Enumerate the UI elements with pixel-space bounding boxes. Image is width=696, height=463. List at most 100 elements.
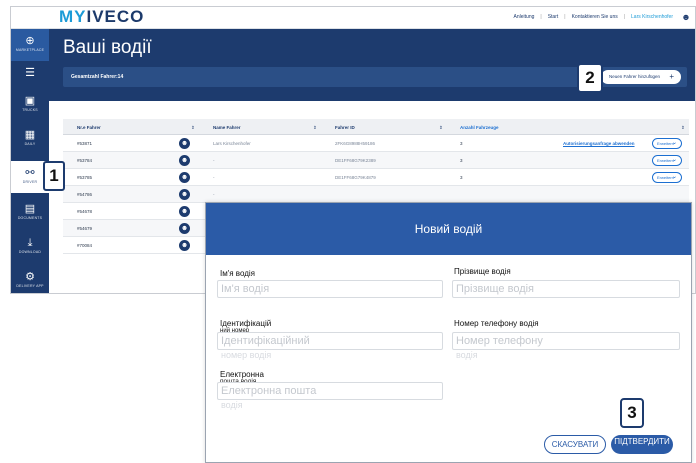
nav-separator: |	[564, 14, 566, 20]
sidebar-item-daily[interactable]: ▦ DAILY	[11, 123, 49, 155]
email-field[interactable]	[217, 382, 443, 400]
id-number-placeholder-overflow: номер водія	[221, 350, 272, 360]
driver-number: #53871	[77, 141, 93, 146]
column-header-name[interactable]: Name Fahrer	[213, 125, 241, 130]
phone-placeholder-overflow: водія	[456, 350, 478, 360]
expand-button[interactable]: Erweitern ⌄	[652, 172, 682, 183]
driver-name: -	[213, 158, 215, 163]
nav-user[interactable]: Lars Kirschenhofer	[631, 14, 673, 20]
nav-separator: |	[623, 14, 626, 20]
delivery-icon: ⚙	[25, 271, 35, 283]
chevron-down-icon: ⌄	[671, 157, 677, 163]
driver-name: -	[213, 192, 215, 197]
logo-brand: IVECO	[86, 7, 145, 26]
id-number-label-line: Ідентифікацій	[220, 319, 272, 328]
sort-icon[interactable]: ⇕	[681, 125, 685, 131]
driver-number: #54678	[77, 209, 93, 214]
sidebar-item-menu[interactable]: ☰	[11, 61, 49, 85]
phone-label: Номер телефону водія	[454, 319, 539, 328]
expand-button[interactable]: Erweitern ⌄	[652, 155, 682, 166]
page-title: Ваші водії	[63, 37, 152, 58]
avatar: ☻	[179, 223, 190, 234]
sidebar-item-label: DELIVERY APP	[16, 284, 44, 288]
avatar: ☻	[179, 189, 190, 200]
authorization-link[interactable]: Autorisierungsanfrage abwenden	[563, 141, 635, 146]
id-number-field[interactable]	[217, 332, 443, 350]
nav-separator: |	[540, 14, 542, 20]
first-name-label: Ім'я водія	[220, 269, 256, 278]
phone-field[interactable]	[452, 332, 680, 350]
driver-name: Lars Kirschenhofer	[213, 141, 251, 146]
download-icon: ⤓	[27, 237, 33, 249]
chevron-down-icon: ⌄	[671, 140, 677, 146]
document-icon: ▤	[24, 203, 36, 215]
truck-icon: ▣	[24, 95, 36, 107]
sidebar-item-documents[interactable]: ▤ DOCUMENTS	[11, 197, 49, 229]
email-placeholder-overflow: водія	[221, 400, 243, 410]
driver-id: DE1FF68G79K4879	[335, 175, 376, 180]
top-bar: MYIVECO Anleitung | Start | Kontaktieren…	[11, 7, 695, 29]
new-driver-dialog: Новий водій Ім'я водія Прізвище водія Ід…	[205, 202, 692, 463]
table-row[interactable]: #53785 ☻ - DE1FF68G79K4879 3 Erweitern ⌄	[63, 169, 689, 186]
add-driver-button[interactable]: Neuen Fahrer hinzufügen +	[601, 70, 681, 84]
sidebar-item-label: MARKETPLACE	[15, 48, 45, 52]
avatar: ☻	[179, 206, 190, 217]
driver-id: DE1FF68G79K2389	[335, 158, 376, 163]
table-row[interactable]: #53784 ☻ - DE1FF68G79K2389 3 Erweitern ⌄	[63, 152, 689, 169]
dialog-header: Новий водій	[206, 203, 691, 255]
step-callout-2: 2	[577, 63, 603, 93]
confirm-button[interactable]: ПІДТВЕРДИТИ	[611, 435, 673, 454]
table-header: Nr.e Fahrer ⇕ Name Fahrer ⇕ Fahrer ID ⇕ …	[63, 119, 689, 135]
driver-number: #54786	[77, 192, 93, 197]
table-row[interactable]: #53871 ☻ Lars Kirschenhofer 2FK6G8988H59…	[63, 135, 689, 152]
sidebar-item-delivery-app[interactable]: ⚙ DELIVERY APP	[11, 265, 49, 293]
step-callout-3: 3	[620, 398, 644, 428]
column-header-number[interactable]: Nr.e Fahrer	[77, 125, 101, 130]
avatar: ☻	[179, 138, 190, 149]
nav-guide[interactable]: Anleitung	[514, 14, 535, 20]
user-icon[interactable]: ☻	[681, 12, 691, 22]
sidebar-item-label: DOCUMENTS	[17, 216, 43, 220]
sidebar-item-label: DAILY	[24, 142, 36, 146]
driver-number: #54679	[77, 226, 93, 231]
menu-icon: ☰	[25, 67, 35, 79]
chevron-down-icon: ⌄	[671, 174, 677, 180]
avatar: ☻	[179, 155, 190, 166]
sidebar-item-download[interactable]: ⤓ DOWNLOAD	[11, 231, 49, 263]
sidebar-item-marketplace[interactable]: ⊕ MARKETPLACE	[11, 29, 49, 61]
column-header-vehicles[interactable]: Anzahl Fahrzeuge	[460, 125, 499, 130]
avatar: ☻	[179, 172, 190, 183]
expand-button[interactable]: Erweitern ⌄	[652, 138, 682, 149]
last-name-label: Прізвище водія	[454, 267, 511, 276]
driver-id: 2FK6G8988H59186	[335, 141, 376, 146]
dialog-title: Новий водій	[414, 222, 483, 236]
sort-icon[interactable]: ⇕	[313, 125, 317, 131]
vehicle-count: 3	[460, 158, 463, 163]
myiveco-logo[interactable]: MYIVECO	[59, 7, 144, 27]
driver-count: Gesamtzahl Fahrer:14	[71, 74, 124, 80]
plus-icon: +	[669, 72, 674, 81]
driver-number: #53785	[77, 175, 93, 180]
sidebar-item-trucks[interactable]: ▣ TRUCKS	[11, 89, 49, 121]
vehicle-count: 3	[460, 175, 463, 180]
last-name-field[interactable]	[452, 280, 680, 298]
first-name-field[interactable]	[217, 280, 443, 298]
cancel-button[interactable]: СКАСУВАТИ	[544, 435, 606, 454]
top-nav: Anleitung | Start | Kontaktieren Sie uns…	[514, 14, 673, 20]
avatar: ☻	[179, 240, 190, 251]
sidebar-item-label: TRUCKS	[22, 108, 38, 112]
sidebar-item-label: DOWNLOAD	[18, 250, 42, 254]
driver-number: #53784	[77, 158, 93, 163]
driver-name: -	[213, 175, 215, 180]
add-driver-label: Neuen Fahrer hinzufügen	[609, 74, 661, 79]
sort-icon[interactable]: ⇕	[191, 125, 195, 131]
nav-contact[interactable]: Kontaktieren Sie uns	[572, 14, 618, 20]
sort-icon[interactable]: ⇕	[439, 125, 443, 131]
vehicle-count: 3	[460, 141, 463, 146]
table-row[interactable]: #54786 ☻ -	[63, 186, 689, 203]
driver-number: #70084	[77, 243, 93, 248]
column-header-id[interactable]: Fahrer ID	[335, 125, 355, 130]
logo-my: MY	[59, 7, 87, 26]
step-callout-1: 1	[43, 161, 65, 191]
nav-start[interactable]: Start	[548, 14, 559, 20]
